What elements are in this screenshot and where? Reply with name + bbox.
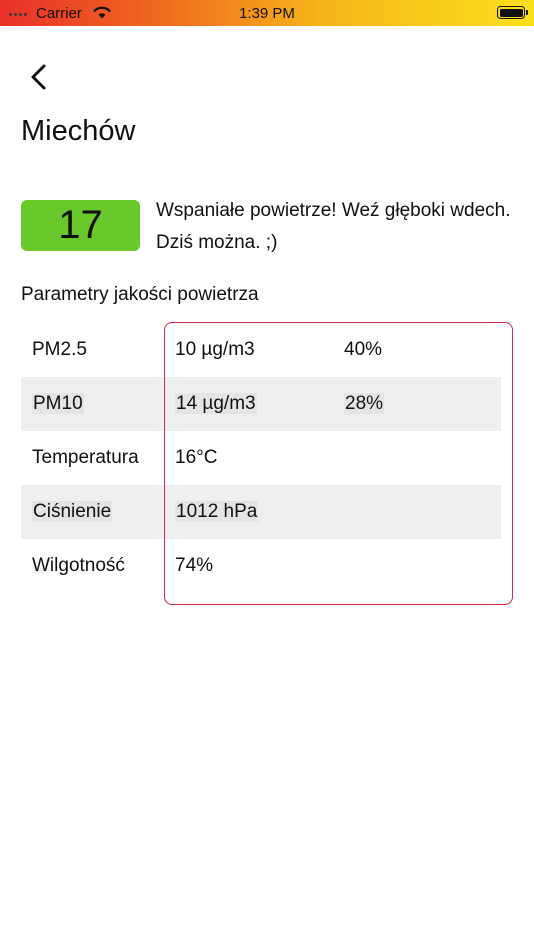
param-name: Wilgotność: [32, 555, 125, 576]
table-row: Ciśnienie 1012 hPa: [21, 485, 501, 539]
table-row: PM10 14 µg/m3 28%: [21, 377, 501, 431]
status-bar: Carrier 1:39 PM: [0, 0, 534, 26]
table-row: Wilgotność 74%: [21, 539, 501, 593]
aqi-badge: 17: [21, 200, 140, 251]
chevron-left-icon: [31, 64, 46, 90]
param-value: 74%: [175, 555, 214, 576]
air-quality-message: Wspaniałe powietrze! Weź głęboki wdech. …: [156, 200, 511, 253]
table-row: Temperatura 16°C: [21, 431, 501, 485]
param-value: 10 µg/m3: [175, 339, 255, 360]
param-name: PM2.5: [32, 339, 87, 360]
param-value: 16°C: [175, 447, 218, 468]
param-name: Ciśnienie: [32, 501, 113, 522]
section-title: Parametry jakości powietrza: [21, 284, 259, 305]
page-title: Miechów: [21, 115, 136, 147]
param-name: PM10: [32, 393, 84, 414]
parameters-table: PM2.5 10 µg/m3 40% PM10 14 µg/m3 28% Tem…: [21, 323, 501, 593]
back-button[interactable]: [26, 60, 56, 94]
table-row: PM2.5 10 µg/m3 40%: [21, 323, 501, 377]
param-value: 1012 hPa: [175, 501, 259, 522]
param-percent: 28%: [344, 393, 385, 414]
param-name: Temperatura: [32, 447, 139, 468]
param-percent: 40%: [344, 339, 383, 360]
screen: Carrier 1:39 PM Miechów 17 Wspaniałe pow…: [0, 0, 534, 950]
battery-icon: [497, 6, 528, 19]
param-value: 14 µg/m3: [175, 393, 257, 414]
clock: 1:39 PM: [239, 5, 295, 22]
